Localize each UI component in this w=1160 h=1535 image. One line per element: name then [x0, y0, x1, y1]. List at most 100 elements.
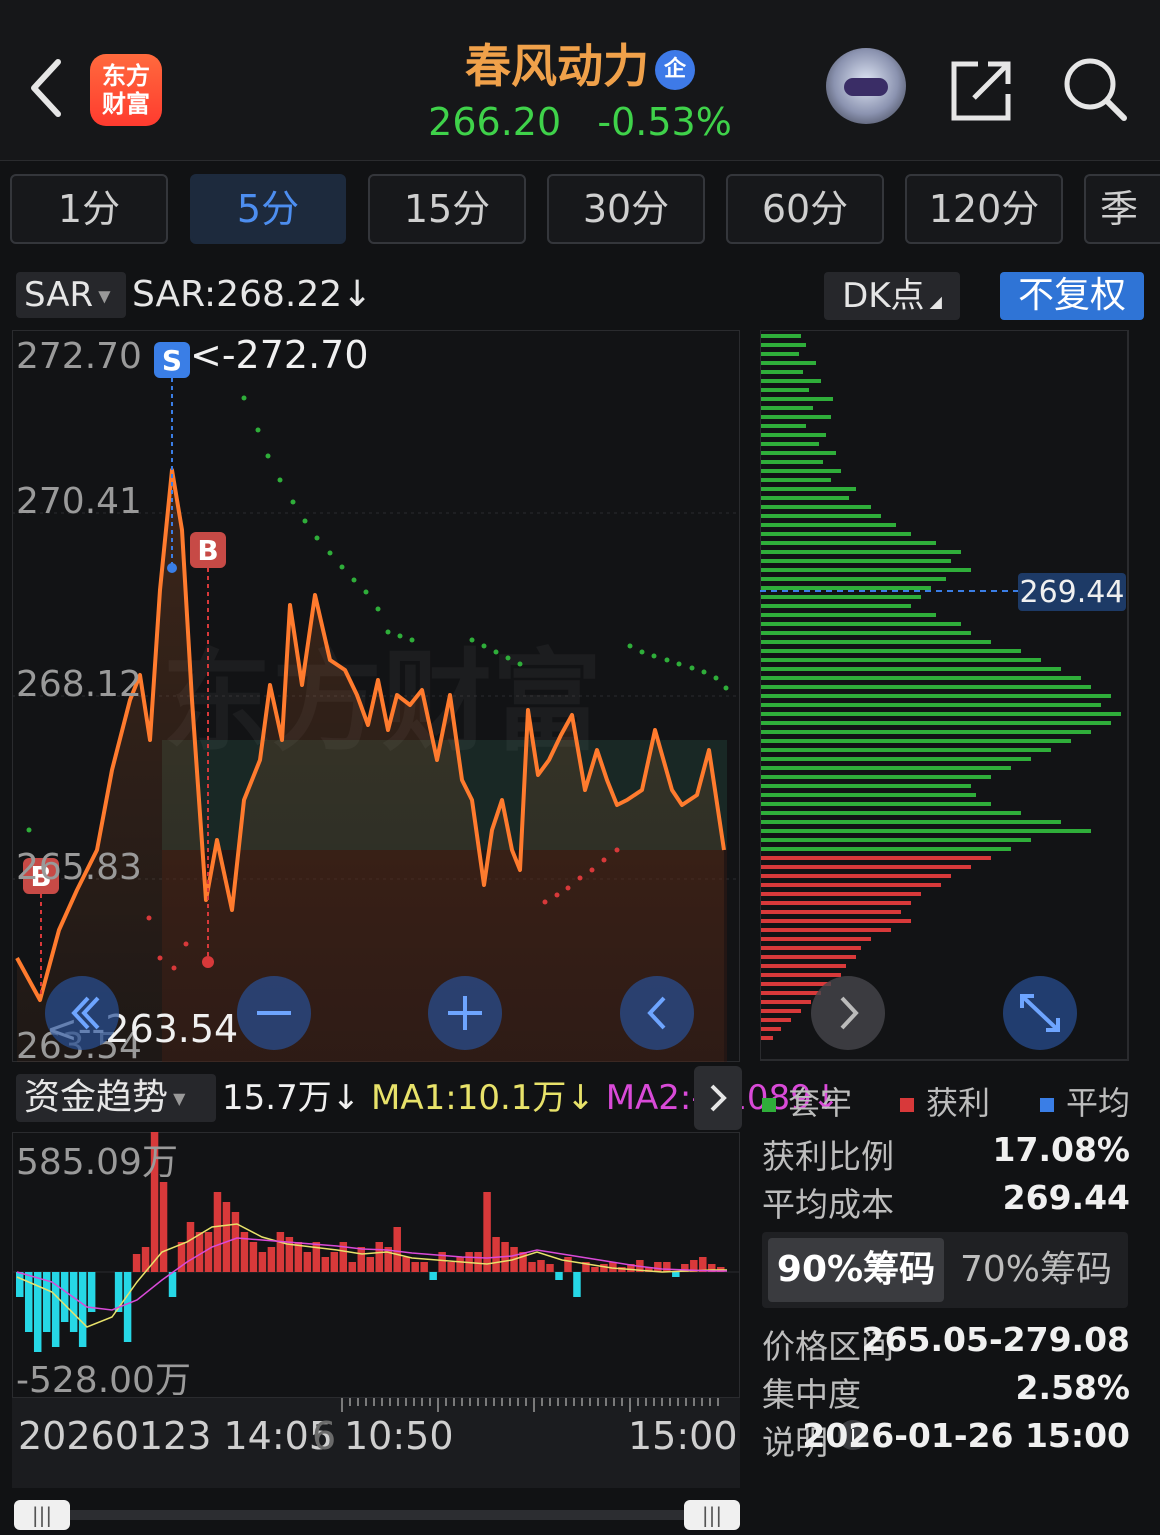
- cap-bar: [213, 1192, 222, 1272]
- dist-bar: [761, 829, 1091, 833]
- share-icon[interactable]: [950, 58, 1014, 122]
- cap-bar: [195, 1232, 204, 1272]
- cap-bar: [132, 1254, 141, 1272]
- legend-average: 平均: [1040, 1078, 1130, 1124]
- tab-120min[interactable]: 120分: [905, 174, 1063, 244]
- chip-distribution-chart[interactable]: 269.44: [760, 330, 1130, 1062]
- dropdown-icon: ▼: [168, 1089, 186, 1108]
- range-scrollbar[interactable]: ||| |||: [12, 1500, 740, 1530]
- dist-bar: [761, 811, 1021, 815]
- dist-bar: [761, 847, 1011, 851]
- avg-cost-value: 269.44: [1020, 575, 1125, 610]
- dist-bar: [761, 676, 1081, 680]
- dist-bar: [761, 685, 1091, 689]
- cap-bar: [411, 1262, 419, 1272]
- cap-bar: [672, 1272, 680, 1277]
- cap-bar: [186, 1222, 195, 1272]
- tab-5min[interactable]: 5分: [190, 174, 346, 244]
- sell-marker[interactable]: S: [154, 342, 190, 378]
- scroll-handle-left[interactable]: |||: [14, 1500, 70, 1530]
- legend-label: 平均: [1066, 1084, 1131, 1122]
- tab-30min[interactable]: 30分: [547, 174, 705, 244]
- stat-label: 获利比例: [762, 1137, 894, 1176]
- dropdown-icon: ▼: [93, 286, 111, 306]
- stock-title[interactable]: 春风动力企: [420, 30, 740, 96]
- zoom-out-button[interactable]: [237, 976, 311, 1050]
- dist-bar: [761, 838, 1031, 842]
- dist-bar: [761, 1000, 811, 1004]
- cap-bar: [447, 1262, 455, 1272]
- sell-marker-label: S: [162, 344, 182, 377]
- capital-trend-chart[interactable]: 585.09万 -528.00万: [12, 1132, 740, 1398]
- cap-bar: [78, 1272, 87, 1347]
- dist-bar: [761, 586, 931, 590]
- dist-bar: [761, 694, 1111, 698]
- cap-bar: [456, 1257, 464, 1272]
- dist-bar: [761, 514, 881, 518]
- high-annotation: <-272.70: [190, 333, 369, 377]
- dist-bar: [761, 550, 961, 554]
- capital-trend-select[interactable]: 资金趋势 ▼: [16, 1074, 216, 1122]
- time-label-start: 20260123 14:05: [18, 1414, 334, 1458]
- dist-bar: [761, 469, 841, 473]
- dist-bar: [761, 622, 961, 626]
- tab-15min[interactable]: 15分: [368, 174, 526, 244]
- dist-bar: [761, 910, 901, 914]
- zoom-in-button[interactable]: [428, 976, 502, 1050]
- indicator-name: SAR: [24, 275, 94, 315]
- scroll-track: [32, 1510, 712, 1520]
- dist-bar: [761, 532, 911, 536]
- dist-bar: [761, 361, 816, 365]
- dist-bar: [761, 658, 1041, 662]
- price-chart[interactable]: 东方财富 S B B 272.70 270.41 268.12 265.83 2…: [12, 330, 740, 1062]
- eastmoney-logo: 东方 财富: [90, 54, 162, 126]
- dist-bar: [761, 937, 871, 941]
- dist-bar: [761, 820, 1061, 824]
- cap-bar: [330, 1252, 339, 1272]
- adjust-button[interactable]: 不复权: [1000, 272, 1144, 320]
- dist-bar: [761, 424, 806, 428]
- legend-swatch: [1040, 1098, 1054, 1112]
- scroll-left-button[interactable]: [620, 976, 694, 1050]
- assistant-robot-icon[interactable]: [826, 48, 906, 124]
- top-bar: 东方 财富 春风动力企 266.20 -0.53%: [0, 0, 1160, 161]
- dist-bar: [761, 757, 1031, 761]
- next-button[interactable]: [811, 976, 885, 1050]
- dist-bar: [761, 730, 1091, 734]
- cap-bar: [366, 1257, 374, 1272]
- cap-bar: [348, 1262, 357, 1272]
- search-icon[interactable]: [1062, 56, 1128, 122]
- dist-bar: [761, 946, 861, 950]
- capital-trend-name: 资金趋势: [24, 1077, 169, 1118]
- scroll-handle-right[interactable]: |||: [684, 1500, 740, 1530]
- indicator-select[interactable]: SAR ▼: [16, 272, 126, 318]
- dist-bar: [761, 568, 971, 572]
- buy-marker[interactable]: B: [190, 532, 226, 568]
- cap-bar: [321, 1257, 330, 1272]
- y-tick: 270.41: [16, 481, 142, 522]
- dist-bar: [761, 703, 1101, 707]
- cap-bar: [168, 1272, 177, 1297]
- back-icon[interactable]: [28, 58, 64, 118]
- legend-swatch: [900, 1098, 914, 1112]
- cap-bar: [492, 1237, 500, 1272]
- scroll-left-fast-button[interactable]: [45, 976, 119, 1050]
- legend-label: 获利: [926, 1084, 991, 1122]
- time-label-end: 15:00: [628, 1414, 738, 1458]
- signal-point: [167, 563, 177, 573]
- dk-point-button[interactable]: DK点 ◢: [824, 272, 960, 320]
- cap-bar: [546, 1264, 554, 1272]
- tab-90-chips[interactable]: 90%筹码: [768, 1238, 944, 1302]
- tab-60min[interactable]: 60分: [726, 174, 884, 244]
- cap-bar: [600, 1264, 608, 1272]
- tab-70-chips[interactable]: 70%筹码: [950, 1238, 1122, 1302]
- legend-swatch: [762, 1098, 776, 1112]
- dist-bar: [761, 505, 871, 509]
- dist-bar: [761, 865, 971, 869]
- cap-bar: [591, 1267, 599, 1272]
- tab-1min[interactable]: 1分: [10, 174, 168, 244]
- tab-season[interactable]: 季: [1084, 174, 1160, 244]
- dist-bar: [761, 442, 819, 446]
- more-indicator-button[interactable]: [694, 1066, 742, 1130]
- expand-button[interactable]: [1003, 976, 1077, 1050]
